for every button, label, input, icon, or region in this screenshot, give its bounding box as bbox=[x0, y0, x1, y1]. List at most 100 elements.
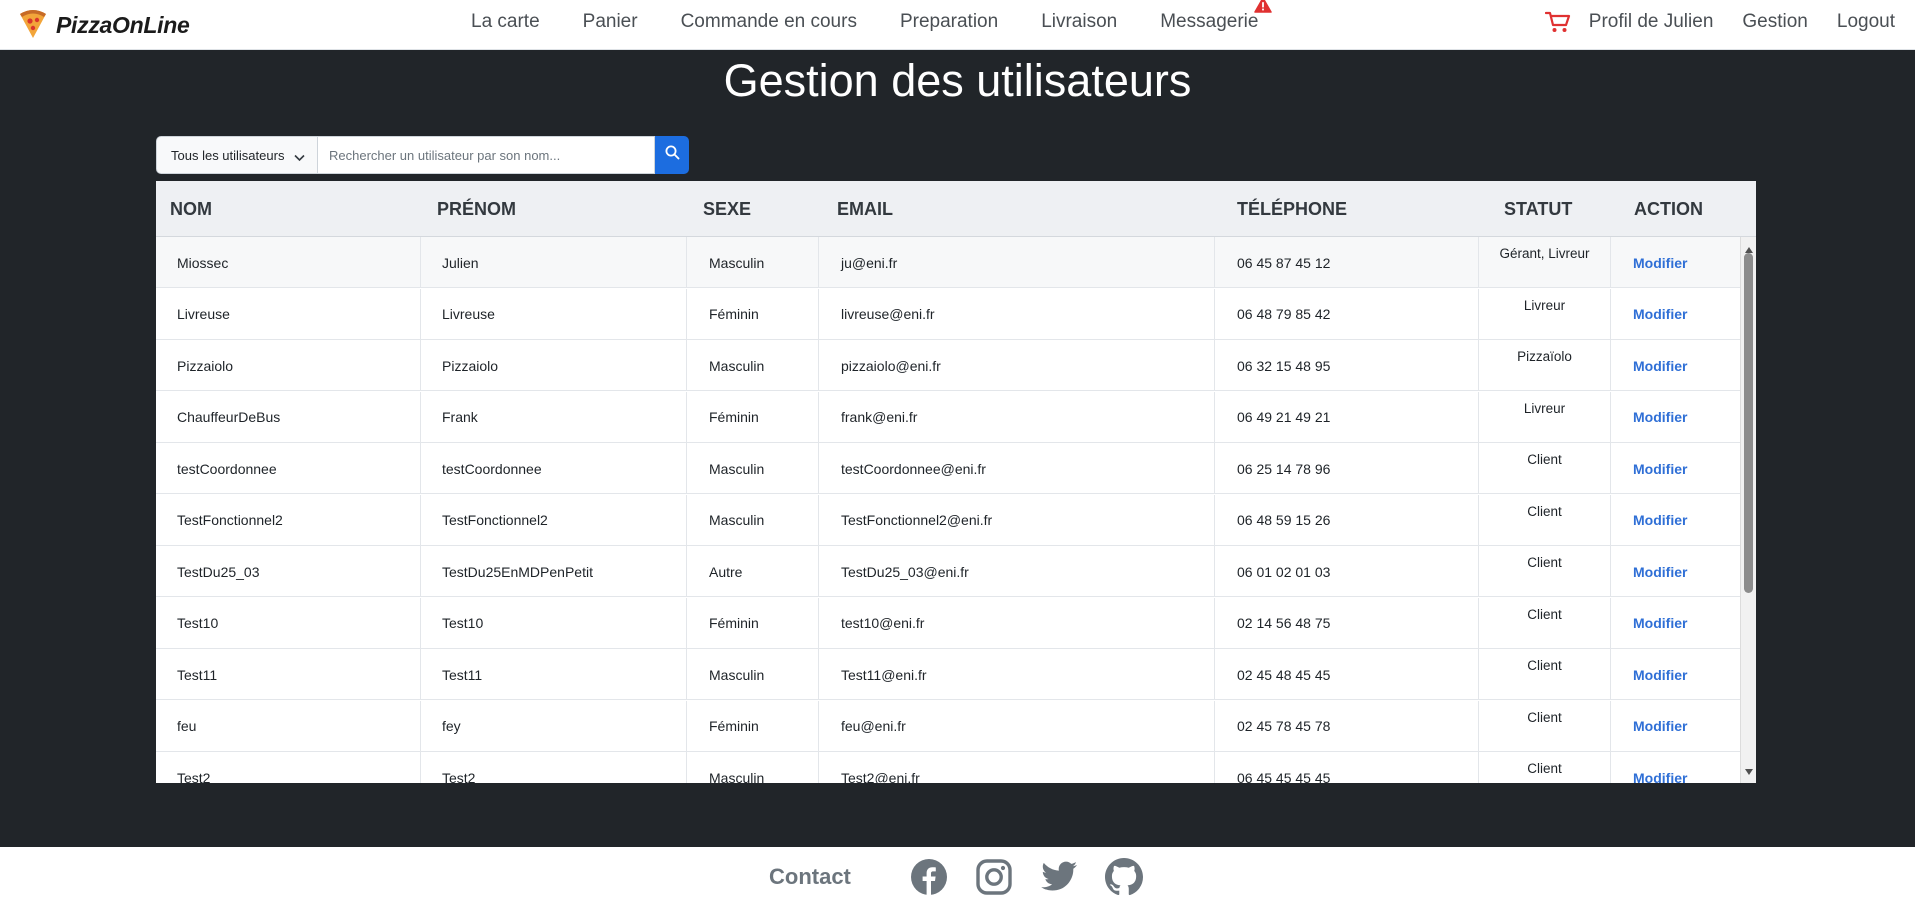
table-scrollbar[interactable] bbox=[1740, 237, 1756, 783]
scrollbar-thumb[interactable] bbox=[1744, 253, 1753, 593]
modifier-link[interactable]: Modifier bbox=[1633, 564, 1687, 580]
nav-messagerie[interactable]: Messagerie bbox=[1160, 0, 1273, 33]
cell-prenom: Frank bbox=[421, 391, 687, 443]
cell-telephone: 02 45 48 45 45 bbox=[1215, 649, 1479, 700]
brand[interactable]: PizzaOnLine bbox=[16, 6, 190, 45]
header-telephone[interactable]: TÉLÉPHONE bbox=[1237, 181, 1347, 237]
footer: Contact bbox=[0, 847, 1915, 906]
cell-email: TestDu25_03@eni.fr bbox=[819, 546, 1215, 597]
cell-sexe: Masculin bbox=[687, 237, 819, 288]
nav-panier[interactable]: Panier bbox=[583, 11, 638, 33]
twitter-icon[interactable] bbox=[1039, 857, 1079, 897]
cell-prenom: Test2 bbox=[421, 752, 687, 783]
scroll-down-arrow-icon[interactable] bbox=[1745, 762, 1753, 780]
user-filter-select[interactable]: Tous les utilisateurs bbox=[156, 136, 318, 174]
search-button[interactable] bbox=[655, 136, 689, 174]
cell-nom: Miossec bbox=[156, 237, 421, 288]
cell-statut: Client bbox=[1479, 752, 1611, 783]
header-action[interactable]: ACTION bbox=[1634, 181, 1703, 237]
table-row: Pizzaiolo Pizzaiolo Masculin pizzaiolo@eni.… bbox=[156, 340, 1740, 391]
search-input[interactable]: Rechercher un utilisateur par son nom... bbox=[318, 136, 655, 174]
users-table: NOM PRÉNOM SEXE EMAIL TÉLÉPHONE STATUT A… bbox=[156, 181, 1756, 783]
cell-email: ju@eni.fr bbox=[819, 237, 1215, 288]
table-row: Livreuse Livreuse Féminin livreuse@eni.fr 06… bbox=[156, 288, 1740, 340]
modifier-link[interactable]: Modifier bbox=[1633, 718, 1687, 734]
cell-sexe: Féminin bbox=[687, 597, 819, 649]
nav-profil[interactable]: Profil de Julien bbox=[1589, 11, 1714, 33]
cell-email: livreuse@eni.fr bbox=[819, 288, 1215, 340]
cart-icon[interactable] bbox=[1544, 10, 1571, 34]
cell-telephone: 06 25 14 78 96 bbox=[1215, 443, 1479, 494]
nav-logout[interactable]: Logout bbox=[1837, 11, 1895, 33]
cell-prenom: Livreuse bbox=[421, 288, 687, 340]
cell-telephone: 06 48 79 85 42 bbox=[1215, 288, 1479, 340]
modifier-link[interactable]: Modifier bbox=[1633, 615, 1687, 631]
modifier-link[interactable]: Modifier bbox=[1633, 358, 1687, 374]
header-sexe[interactable]: SEXE bbox=[703, 181, 751, 237]
cell-statut: Client bbox=[1479, 700, 1611, 752]
cell-email: testCoordonnee@eni.fr bbox=[819, 443, 1215, 494]
cell-nom: TestDu25_03 bbox=[156, 546, 421, 597]
modifier-link[interactable]: Modifier bbox=[1633, 461, 1687, 477]
header-email[interactable]: EMAIL bbox=[837, 181, 893, 237]
modifier-link[interactable]: Modifier bbox=[1633, 409, 1687, 425]
table-row: ChauffeurDeBus Frank Féminin frank@eni.fr 06… bbox=[156, 391, 1740, 443]
cell-prenom: Test11 bbox=[421, 649, 687, 700]
cell-statut: Client bbox=[1479, 494, 1611, 546]
cell-telephone: 06 32 15 48 95 bbox=[1215, 340, 1479, 391]
cell-nom: Test2 bbox=[156, 752, 421, 783]
cell-prenom: Test10 bbox=[421, 597, 687, 649]
cell-statut: Pizzaïolo bbox=[1479, 340, 1611, 391]
cell-telephone: 06 48 59 15 26 bbox=[1215, 494, 1479, 546]
cell-nom: Livreuse bbox=[156, 288, 421, 340]
nav-la-carte[interactable]: La carte bbox=[471, 11, 540, 33]
cell-action: Modifier bbox=[1611, 392, 1740, 443]
cell-statut: Livreur bbox=[1479, 391, 1611, 443]
modifier-link[interactable]: Modifier bbox=[1633, 255, 1687, 271]
cell-prenom: Pizzaiolo bbox=[421, 340, 687, 391]
nav-preparation[interactable]: Preparation bbox=[900, 11, 998, 33]
cell-sexe: Autre bbox=[687, 546, 819, 597]
github-icon[interactable] bbox=[1104, 857, 1144, 897]
instagram-icon[interactable] bbox=[974, 857, 1014, 897]
search-icon bbox=[665, 145, 680, 165]
table-row: testCoordonnee testCoordonnee Masculin test… bbox=[156, 443, 1740, 494]
cell-statut: Livreur bbox=[1479, 288, 1611, 340]
table-row: TestFonctionnel2 TestFonctionnel2 Masculin… bbox=[156, 494, 1740, 546]
cell-telephone: 06 45 45 45 45 bbox=[1215, 752, 1479, 783]
cell-telephone: 02 45 78 45 78 bbox=[1215, 700, 1479, 752]
user-nav: Profil de Julien Gestion Logout bbox=[1544, 0, 1895, 44]
cell-telephone: 06 49 21 49 21 bbox=[1215, 391, 1479, 443]
user-search-bar: Tous les utilisateurs Rechercher un util… bbox=[156, 136, 689, 174]
modifier-link[interactable]: Modifier bbox=[1633, 667, 1687, 683]
cell-nom: TestFonctionnel2 bbox=[156, 494, 421, 546]
cell-nom: ChauffeurDeBus bbox=[156, 391, 421, 443]
cell-telephone: 06 45 87 45 12 bbox=[1215, 237, 1479, 288]
cell-statut: Client bbox=[1479, 443, 1611, 494]
header-nom[interactable]: NOM bbox=[170, 181, 212, 237]
top-navbar: PizzaOnLine La carte Panier Commande en … bbox=[0, 0, 1915, 50]
pizza-logo-icon bbox=[16, 6, 50, 45]
table-row: feu fey Féminin feu@eni.fr 02 45 78 45 78 Cli… bbox=[156, 700, 1740, 752]
facebook-icon[interactable] bbox=[909, 857, 949, 897]
cell-action: Modifier bbox=[1611, 701, 1740, 752]
modifier-link[interactable]: Modifier bbox=[1633, 512, 1687, 528]
header-statut[interactable]: STATUT bbox=[1504, 181, 1572, 237]
header-prenom[interactable]: PRÉNOM bbox=[437, 181, 516, 237]
cell-prenom: TestDu25EnMDPenPetit bbox=[421, 546, 687, 597]
footer-contact[interactable]: Contact bbox=[769, 864, 851, 890]
cell-statut: Gérant, Livreur bbox=[1479, 237, 1611, 288]
modifier-link[interactable]: Modifier bbox=[1633, 306, 1687, 322]
modifier-link[interactable]: Modifier bbox=[1633, 770, 1687, 784]
cell-action: Modifier bbox=[1611, 443, 1740, 494]
cell-action: Modifier bbox=[1611, 598, 1740, 649]
cell-action: Modifier bbox=[1611, 289, 1740, 340]
cell-statut: Client bbox=[1479, 546, 1611, 597]
nav-commande-en-cours[interactable]: Commande en cours bbox=[681, 11, 857, 33]
cell-prenom: fey bbox=[421, 700, 687, 752]
chevron-down-icon bbox=[294, 150, 305, 165]
page-title: Gestion des utilisateurs bbox=[723, 55, 1192, 106]
cell-telephone: 02 14 56 48 75 bbox=[1215, 597, 1479, 649]
nav-gestion[interactable]: Gestion bbox=[1742, 11, 1807, 33]
nav-livraison[interactable]: Livraison bbox=[1041, 11, 1117, 33]
